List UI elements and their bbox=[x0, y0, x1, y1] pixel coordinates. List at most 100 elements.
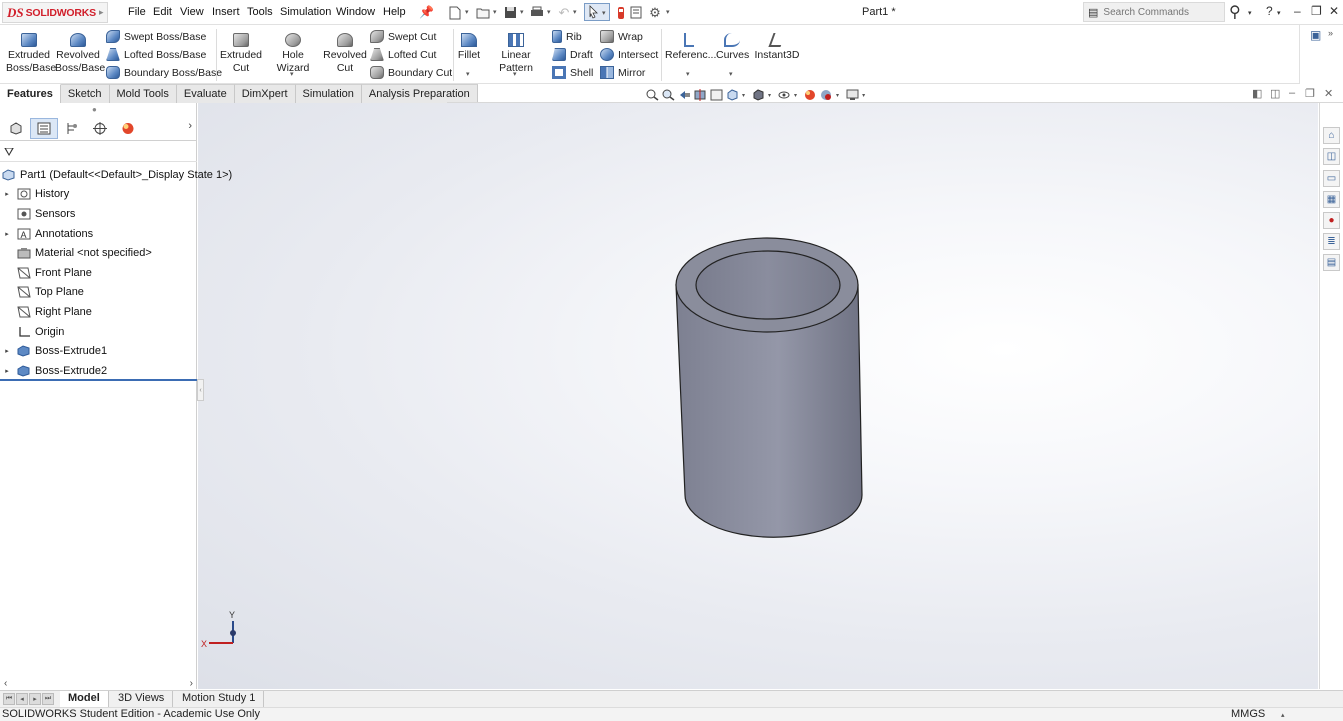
new-dropdown-icon[interactable]: ▾ bbox=[465, 8, 469, 16]
hole-wizard-dropdown-icon[interactable]: ▾ bbox=[290, 70, 294, 78]
scroll-right-icon[interactable]: › bbox=[190, 678, 193, 690]
tab-dimxpert[interactable]: DimXpert bbox=[234, 84, 296, 103]
select-tool-button[interactable]: ▾ bbox=[584, 3, 610, 21]
dynamic-annotation-icon[interactable] bbox=[710, 89, 723, 101]
panel-expand-icon[interactable]: › bbox=[188, 120, 192, 132]
mirror-button[interactable]: Mirror bbox=[600, 66, 645, 79]
first-tab-icon[interactable]: ⏮ bbox=[3, 693, 15, 705]
intersect-button[interactable]: Intersect bbox=[600, 48, 658, 61]
display-style-dropdown-icon[interactable]: ▾ bbox=[768, 92, 771, 99]
lofted-cut-button[interactable]: Lofted Cut bbox=[370, 48, 436, 61]
view-orientation-icon[interactable] bbox=[726, 89, 739, 101]
swept-cut-button[interactable]: Swept Cut bbox=[370, 30, 436, 43]
tab-sketch[interactable]: Sketch bbox=[60, 84, 110, 103]
options-gear-icon[interactable]: ⚙ bbox=[646, 4, 664, 21]
undo-icon[interactable]: ↶ bbox=[555, 4, 573, 21]
open-folder-icon[interactable] bbox=[474, 4, 492, 21]
command-manager-options-icon[interactable]: ▣ bbox=[1310, 28, 1321, 42]
viewport-close-icon[interactable]: ✕ bbox=[1324, 87, 1333, 100]
viewport-layout-icon[interactable]: ◧ bbox=[1252, 87, 1262, 100]
unit-system[interactable]: MMGS bbox=[1231, 708, 1265, 720]
tree-item-material[interactable]: Material <not specified> bbox=[0, 243, 197, 263]
menu-tools[interactable]: Tools bbox=[247, 6, 273, 18]
expand-arrow-icon[interactable]: ▸ bbox=[2, 190, 12, 198]
viewport-split-icon[interactable]: ◫ bbox=[1270, 87, 1280, 100]
configuration-manager-tab[interactable] bbox=[58, 118, 86, 139]
save-icon[interactable] bbox=[501, 4, 519, 21]
expand-arrow-icon[interactable]: ▸ bbox=[2, 367, 12, 375]
menu-help[interactable]: Help bbox=[383, 6, 406, 18]
dimxpert-manager-tab[interactable] bbox=[86, 118, 114, 139]
rib-button[interactable]: Rib bbox=[552, 30, 582, 43]
apply-scene-dropdown-icon[interactable]: ▾ bbox=[836, 92, 839, 99]
forum-icon[interactable]: ▤ bbox=[1323, 254, 1340, 271]
tab-model[interactable]: Model bbox=[60, 691, 109, 707]
expand-arrow-icon[interactable]: ▸ bbox=[2, 230, 12, 238]
ribbon-collapse-icon[interactable]: » bbox=[1328, 28, 1333, 38]
tree-item-front-plane[interactable]: Front Plane bbox=[0, 263, 197, 283]
view-palette-icon[interactable]: ▦ bbox=[1323, 191, 1340, 208]
tab-mold-tools[interactable]: Mold Tools bbox=[109, 84, 177, 103]
apply-scene-icon[interactable] bbox=[820, 89, 833, 101]
edit-appearance-icon[interactable] bbox=[804, 89, 817, 101]
previous-tab-icon[interactable]: ◂ bbox=[16, 693, 28, 705]
tree-item-boss-extrude1[interactable]: ▸ Boss-Extrude1 bbox=[0, 341, 197, 361]
solidworks-resources-icon[interactable]: ⌂ bbox=[1323, 127, 1340, 144]
linear-pattern-button[interactable]: Linear Pattern bbox=[484, 33, 548, 75]
viewport-restore-icon[interactable]: ❐ bbox=[1305, 87, 1315, 100]
wrap-button[interactable]: Wrap bbox=[600, 30, 643, 43]
tree-item-top-plane[interactable]: Top Plane bbox=[0, 283, 197, 303]
view-settings-icon[interactable] bbox=[846, 89, 859, 101]
extruded-cut-button[interactable]: Extruded Cut bbox=[220, 33, 262, 75]
search-icon[interactable]: ⚲ bbox=[1229, 2, 1241, 22]
instant3d-button[interactable]: Instant3D bbox=[754, 33, 800, 62]
draft-button[interactable]: Draft bbox=[552, 48, 593, 61]
display-style-icon[interactable] bbox=[752, 89, 765, 101]
search-input[interactable] bbox=[1103, 6, 1219, 18]
zoom-to-fit-icon[interactable] bbox=[646, 89, 659, 101]
solidworks-logo[interactable]: DS SOLIDWORKS ▸ bbox=[2, 2, 108, 23]
menu-window[interactable]: Window bbox=[336, 6, 375, 18]
tree-root-part[interactable]: Part1 (Default<<Default>_Display State 1… bbox=[0, 165, 232, 185]
revolved-boss-button[interactable]: Revolved Boss/Base bbox=[55, 33, 105, 75]
next-tab-icon[interactable]: ▸ bbox=[29, 693, 41, 705]
fillet-button[interactable]: Fillet bbox=[457, 33, 481, 62]
menu-edit[interactable]: Edit bbox=[153, 6, 172, 18]
feature-manager-tab[interactable] bbox=[2, 118, 30, 139]
view-orientation-dropdown-icon[interactable]: ▾ bbox=[742, 92, 745, 99]
file-properties-icon[interactable] bbox=[627, 4, 645, 21]
open-dropdown-icon[interactable]: ▾ bbox=[493, 8, 497, 16]
menu-insert[interactable]: Insert bbox=[212, 6, 240, 18]
tab-evaluate[interactable]: Evaluate bbox=[176, 84, 235, 103]
pin-menu-icon[interactable]: 📌 bbox=[419, 5, 434, 19]
model-view[interactable]: Y X bbox=[198, 103, 1318, 689]
hide-show-dropdown-icon[interactable]: ▾ bbox=[794, 92, 797, 99]
tree-item-boss-extrude2[interactable]: ▸ Boss-Extrude2 bbox=[0, 361, 197, 381]
design-library-icon[interactable]: ◫ bbox=[1323, 148, 1340, 165]
horizontal-scrollbar[interactable]: ‹ › bbox=[0, 678, 197, 690]
section-view-icon[interactable] bbox=[694, 89, 707, 101]
lofted-boss-button[interactable]: Lofted Boss/Base bbox=[106, 48, 206, 61]
close-window-icon[interactable]: ✕ bbox=[1329, 4, 1339, 18]
reference-dropdown-icon[interactable]: ▾ bbox=[686, 70, 690, 78]
undo-dropdown-icon[interactable]: ▾ bbox=[573, 8, 577, 16]
save-dropdown-icon[interactable]: ▾ bbox=[520, 8, 524, 16]
tree-item-annotations[interactable]: ▸ A Annotations bbox=[0, 224, 197, 244]
rollback-bar[interactable] bbox=[0, 379, 197, 381]
previous-view-icon[interactable] bbox=[678, 89, 691, 101]
boundary-cut-button[interactable]: Boundary Cut bbox=[370, 66, 452, 79]
tree-item-right-plane[interactable]: Right Plane bbox=[0, 302, 197, 322]
help-dropdown-icon[interactable]: ▾ bbox=[1277, 9, 1281, 17]
tab-motion-study-1[interactable]: Motion Study 1 bbox=[174, 691, 265, 707]
scroll-left-icon[interactable]: ‹ bbox=[4, 678, 7, 690]
property-manager-tab[interactable] bbox=[30, 118, 58, 139]
hide-show-items-icon[interactable] bbox=[778, 89, 791, 101]
viewport-minimize-icon[interactable]: – bbox=[1289, 87, 1295, 99]
tube-part[interactable] bbox=[675, 237, 863, 538]
tree-filter[interactable]: ⛛ bbox=[0, 143, 197, 162]
unit-system-dropdown-icon[interactable]: ▴ bbox=[1281, 711, 1285, 719]
help-icon[interactable]: ? bbox=[1266, 4, 1273, 18]
options-dropdown-icon[interactable]: ▾ bbox=[666, 8, 670, 16]
expand-arrow-icon[interactable]: ▸ bbox=[2, 347, 12, 355]
print-dropdown-icon[interactable]: ▾ bbox=[547, 8, 551, 16]
